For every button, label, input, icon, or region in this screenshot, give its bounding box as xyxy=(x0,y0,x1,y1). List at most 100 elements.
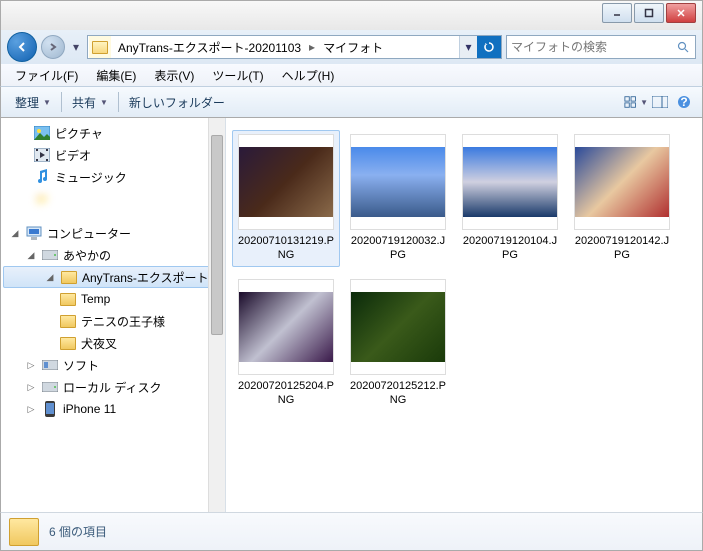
svg-text:?: ? xyxy=(680,95,687,109)
collapse-icon[interactable]: ◢ xyxy=(25,249,37,261)
menu-edit[interactable]: 編集(E) xyxy=(88,65,144,86)
expand-icon[interactable]: ▷ xyxy=(25,359,37,371)
file-name: 20200710131219.PNG xyxy=(236,234,336,263)
tree-item-iphone[interactable]: ▷iPhone 11 xyxy=(1,398,225,420)
menu-view[interactable]: 表示(V) xyxy=(146,65,202,86)
folder-icon xyxy=(9,518,39,546)
thumbnail-image xyxy=(238,279,334,375)
videos-icon xyxy=(33,146,51,164)
explorer-body: ピクチャ ビデオ ミュージック 📁 ◢ コンピューター ◢あやかの ◢ AnyTra… xyxy=(0,118,703,513)
file-name: 20200719120032.JPG xyxy=(348,234,448,263)
minimize-button[interactable] xyxy=(602,3,632,23)
folder-icon xyxy=(59,290,77,308)
tree-item-computer[interactable]: ◢ コンピューター xyxy=(1,222,225,244)
thumbnail-image xyxy=(574,134,670,230)
file-thumbnail[interactable]: 20200719120104.JPG xyxy=(456,130,564,267)
tree-label: Temp xyxy=(81,292,110,306)
tree-item-soft[interactable]: ▷ ソフト xyxy=(1,354,225,376)
nav-history-dropdown[interactable]: ▾ xyxy=(69,40,83,54)
status-bar: 6 個の項目 xyxy=(0,513,703,551)
search-icon[interactable] xyxy=(675,41,691,54)
folder-icon xyxy=(60,268,78,286)
navigation-tree[interactable]: ピクチャ ビデオ ミュージック 📁 ◢ コンピューター ◢あやかの ◢ AnyTra… xyxy=(1,118,226,512)
file-name: 20200719120142.JPG xyxy=(572,234,672,263)
chevron-right-icon[interactable]: ▸ xyxy=(307,40,317,54)
computer-icon xyxy=(25,224,43,242)
menu-bar: ファイル(F) 編集(E) 表示(V) ツール(T) ヘルプ(H) xyxy=(0,64,703,86)
drive-icon xyxy=(41,356,59,374)
organize-button[interactable]: 整理 ▼ xyxy=(7,90,59,115)
expand-icon[interactable]: ▷ xyxy=(25,403,37,415)
phone-icon xyxy=(41,400,59,418)
help-button[interactable]: ? xyxy=(672,90,696,114)
separator xyxy=(118,92,119,112)
thumbnail-image xyxy=(238,134,334,230)
search-box[interactable] xyxy=(506,35,696,59)
preview-pane-button[interactable] xyxy=(648,90,672,114)
file-list[interactable]: 20200710131219.PNG 20200719120032.JPG 2020… xyxy=(226,118,702,512)
share-button[interactable]: 共有 ▼ xyxy=(64,90,116,115)
file-name: 20200720125212.PNG xyxy=(348,379,448,408)
scrollbar-thumb[interactable] xyxy=(211,135,223,335)
forward-button[interactable] xyxy=(41,35,65,59)
tree-item-anytrans[interactable]: ◢ AnyTrans-エクスポート-2 xyxy=(3,266,223,288)
collapse-icon[interactable]: ◢ xyxy=(9,227,21,239)
tree-label: 犬夜叉 xyxy=(81,335,117,352)
file-thumbnail[interactable]: 20200719120032.JPG xyxy=(344,130,452,267)
tree-scrollbar[interactable] xyxy=(208,118,225,512)
tree-item-drive[interactable]: ◢あやかの xyxy=(1,244,225,266)
collapse-icon[interactable]: ◢ xyxy=(44,271,56,283)
tree-label: ローカル ディスク xyxy=(63,379,162,396)
tree-label: ソフト xyxy=(63,357,99,374)
tree-item-inuyasha[interactable]: 犬夜叉 xyxy=(1,332,225,354)
expand-icon[interactable]: ▷ xyxy=(25,381,37,393)
breadcrumb-segment[interactable]: マイフォト xyxy=(317,36,389,58)
tree-item-tennis[interactable]: テニスの王子様 xyxy=(1,310,225,332)
file-thumbnail[interactable]: 20200720125212.PNG xyxy=(344,275,452,412)
file-name: 20200719120104.JPG xyxy=(460,234,560,263)
thumbnail-image xyxy=(350,134,446,230)
file-thumbnail[interactable]: 20200720125204.PNG xyxy=(232,275,340,412)
tree-item-temp[interactable]: Temp xyxy=(1,288,225,310)
music-icon xyxy=(33,168,51,186)
separator xyxy=(61,92,62,112)
tree-label: ピクチャ xyxy=(55,125,103,142)
tree-label: ビデオ xyxy=(55,147,91,164)
folder-icon xyxy=(59,312,77,330)
maximize-button[interactable] xyxy=(634,3,664,23)
breadcrumb-segment[interactable]: AnyTrans-エクスポート-20201103 xyxy=(112,36,307,58)
tree-item-videos[interactable]: ビデオ xyxy=(1,144,225,166)
tree-item-pictures[interactable]: ピクチャ xyxy=(1,122,225,144)
command-bar: 整理 ▼ 共有 ▼ 新しいフォルダー ▼ ? xyxy=(0,86,703,118)
new-folder-button[interactable]: 新しいフォルダー xyxy=(121,90,233,115)
expand-placeholder xyxy=(43,315,55,327)
thumbnail-image xyxy=(462,134,558,230)
menu-file[interactable]: ファイル(F) xyxy=(7,65,86,86)
folder-icon xyxy=(89,36,111,58)
menu-help[interactable]: ヘルプ(H) xyxy=(274,65,343,86)
tree-item-blurred[interactable]: 📁 xyxy=(1,188,225,210)
expand-placeholder xyxy=(43,337,55,349)
view-options-button[interactable]: ▼ xyxy=(624,90,648,114)
title-bar xyxy=(0,0,703,30)
search-input[interactable] xyxy=(511,40,675,54)
drive-icon xyxy=(41,378,59,396)
pictures-icon xyxy=(33,124,51,142)
address-dropdown[interactable]: ▾ xyxy=(459,36,477,58)
tree-label: コンピューター xyxy=(47,225,131,242)
file-thumbnail[interactable]: 20200719120142.JPG xyxy=(568,130,676,267)
tree-label: AnyTrans-エクスポート-2 xyxy=(82,269,219,286)
tree-item-music[interactable]: ミュージック xyxy=(1,166,225,188)
refresh-button[interactable] xyxy=(477,36,501,58)
tree-label: ミュージック xyxy=(55,169,127,186)
drive-icon xyxy=(41,246,59,264)
tree-label: テニスの王子様 xyxy=(81,313,165,330)
status-text: 6 個の項目 xyxy=(49,523,107,540)
address-bar[interactable]: AnyTrans-エクスポート-20201103 ▸ マイフォト ▾ xyxy=(87,35,502,59)
menu-tools[interactable]: ツール(T) xyxy=(204,65,271,86)
thumbnail-image xyxy=(350,279,446,375)
close-button[interactable] xyxy=(666,3,696,23)
file-thumbnail[interactable]: 20200710131219.PNG xyxy=(232,130,340,267)
tree-item-localdisk[interactable]: ▷ ローカル ディスク xyxy=(1,376,225,398)
back-button[interactable] xyxy=(7,32,37,62)
